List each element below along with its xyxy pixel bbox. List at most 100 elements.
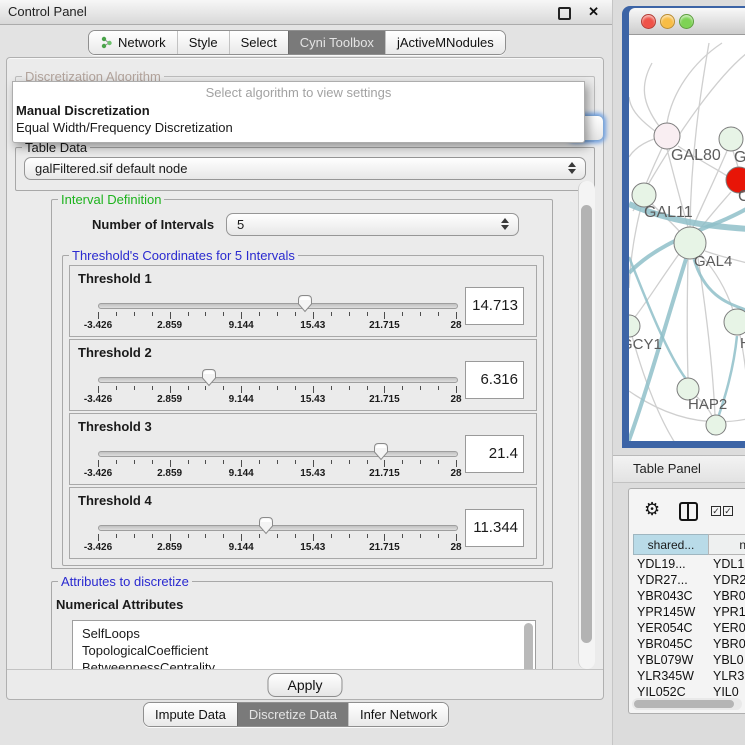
slider-tick bbox=[205, 460, 206, 464]
name-cell[interactable]: YDL1 bbox=[713, 556, 744, 572]
bottom-tab-bar: Impute DataDiscretize DataInfer Network bbox=[143, 702, 449, 727]
slider-thumb[interactable] bbox=[297, 294, 313, 313]
tab-label: Select bbox=[241, 35, 277, 50]
list-scrollbar[interactable] bbox=[524, 623, 533, 669]
tab-infer-network[interactable]: Infer Network bbox=[348, 703, 448, 726]
checkbox-icon[interactable]: ✓ bbox=[723, 506, 733, 516]
table-horizontal-scrollbar[interactable] bbox=[632, 698, 742, 710]
table-row[interactable]: YBR045C YBR0 bbox=[629, 636, 745, 652]
slider-tick bbox=[295, 534, 296, 538]
table-data-selected: galFiltered.sif default node bbox=[35, 161, 187, 176]
tab-style[interactable]: Style bbox=[177, 31, 229, 54]
gear-icon[interactable]: ⚙ bbox=[644, 499, 660, 520]
number-of-intervals-combobox[interactable]: 5 bbox=[226, 213, 519, 236]
slider-track[interactable] bbox=[98, 377, 458, 383]
name-cell[interactable]: YBR0 bbox=[713, 588, 745, 604]
scrollbar-thumb[interactable] bbox=[581, 205, 592, 643]
attribute-item[interactable]: TopologicalCoefficient bbox=[73, 642, 535, 659]
slider-tick bbox=[402, 386, 403, 390]
threshold-value-field[interactable]: 11.344 bbox=[465, 509, 524, 547]
tab-jactivemnodules[interactable]: jActiveMNodules bbox=[385, 31, 505, 54]
table-data-combobox[interactable]: galFiltered.sif default node bbox=[24, 157, 586, 180]
shared-name-cell[interactable]: YBR043C bbox=[637, 588, 693, 604]
shared-name-cell[interactable]: YDR27... bbox=[637, 572, 688, 588]
algorithm-option[interactable]: Manual Discretization bbox=[16, 103, 150, 118]
name-cell[interactable]: YDR2 bbox=[713, 572, 745, 588]
network-node[interactable] bbox=[706, 415, 726, 435]
threshold-value-field[interactable]: 21.4 bbox=[465, 435, 524, 473]
checkbox-icon[interactable]: ✓ bbox=[711, 506, 721, 516]
name-cell[interactable]: YER0 bbox=[713, 620, 745, 636]
column-header-name[interactable]: na bbox=[708, 534, 745, 555]
thresholds-title: Threshold's Coordinates for 5 Intervals bbox=[69, 248, 298, 263]
name-cell[interactable]: YPR1 bbox=[713, 604, 745, 620]
control-panel: Control Panel ✕ NetworkStyleSelectCyni T… bbox=[0, 0, 613, 745]
shared-name-cell[interactable]: YDL19... bbox=[637, 556, 686, 572]
slider-track[interactable] bbox=[98, 451, 458, 457]
name-cell[interactable]: YLR3 bbox=[713, 668, 744, 684]
threshold-value-field[interactable]: 6.316 bbox=[465, 361, 524, 399]
slider-tick bbox=[98, 460, 99, 467]
threshold-row: Threshold 2-3.4262.8599.14415.4321.71528… bbox=[69, 339, 537, 411]
tab-network[interactable]: Network bbox=[89, 31, 177, 54]
slider-track[interactable] bbox=[98, 303, 458, 309]
interval-definition-title: Interval Definition bbox=[58, 192, 164, 207]
float-window-icon[interactable] bbox=[558, 7, 571, 20]
slider-thumb[interactable] bbox=[201, 368, 217, 387]
threshold-value-field[interactable]: 14.713 bbox=[465, 287, 524, 325]
panel-vertical-scrollbar[interactable] bbox=[578, 181, 595, 669]
tab-cyni-toolbox[interactable]: Cyni Toolbox bbox=[288, 31, 385, 54]
shared-name-cell[interactable]: YBL079W bbox=[637, 652, 693, 668]
shared-name-cell[interactable]: YLR345W bbox=[637, 668, 694, 684]
network-icon bbox=[100, 36, 113, 49]
network-edge bbox=[629, 139, 654, 157]
table-row[interactable]: YPR145W YPR1 bbox=[629, 604, 745, 620]
threshold-label: Threshold 2 bbox=[78, 345, 152, 360]
tab-discretize-data[interactable]: Discretize Data bbox=[237, 703, 348, 726]
network-node-label: GAL80 bbox=[671, 147, 721, 164]
network-node[interactable] bbox=[719, 127, 743, 151]
table-row[interactable]: YER054C YER0 bbox=[629, 620, 745, 636]
network-canvas[interactable]: GAL80GACGAL11GAL4HGCY1HAP2 bbox=[629, 35, 745, 441]
table-row[interactable]: YBL079W YBL0 bbox=[629, 652, 745, 668]
network-node[interactable] bbox=[724, 309, 745, 335]
attribute-item[interactable]: SelfLoops bbox=[73, 625, 535, 642]
tab-select[interactable]: Select bbox=[229, 31, 288, 54]
shared-name-cell[interactable]: YBR045C bbox=[637, 636, 693, 652]
name-cell[interactable]: YBR0 bbox=[713, 636, 745, 652]
apply-button[interactable]: Apply bbox=[267, 673, 342, 697]
slider-track[interactable] bbox=[98, 525, 458, 531]
attribute-item[interactable]: BetweennessCentrality bbox=[73, 659, 535, 669]
network-window-titlebar[interactable] bbox=[629, 8, 745, 35]
network-node[interactable] bbox=[629, 315, 640, 337]
column-browser-icon[interactable] bbox=[679, 502, 698, 521]
shared-name-cell[interactable]: YER054C bbox=[637, 620, 693, 636]
name-cell[interactable]: YBL0 bbox=[713, 652, 744, 668]
minimize-traffic-light[interactable] bbox=[660, 14, 675, 29]
table-row[interactable]: YDL19... YDL1 bbox=[629, 556, 745, 572]
shared-name-cell[interactable]: YPR145W bbox=[637, 604, 695, 620]
network-node[interactable] bbox=[654, 123, 680, 149]
slider-thumb[interactable] bbox=[258, 516, 274, 535]
tick-label: -3.426 bbox=[84, 542, 112, 553]
slider-thumb[interactable] bbox=[373, 442, 389, 461]
table-row[interactable]: YBR043C YBR0 bbox=[629, 588, 745, 604]
column-header-shared-name[interactable]: shared... bbox=[633, 534, 709, 555]
slider-tick bbox=[349, 312, 350, 316]
slider-tick bbox=[205, 534, 206, 538]
close-icon[interactable]: ✕ bbox=[588, 4, 599, 20]
table-row[interactable]: YLR345W YLR3 bbox=[629, 668, 745, 684]
table-row[interactable]: YDR27... YDR2 bbox=[629, 572, 745, 588]
numerical-attributes-list[interactable]: SelfLoopsTopologicalCoefficientBetweenne… bbox=[72, 620, 536, 669]
algorithm-option[interactable]: Equal Width/Frequency Discretization bbox=[16, 120, 233, 135]
combo-arrows-icon bbox=[568, 162, 576, 174]
tick-label: 9.144 bbox=[229, 542, 254, 553]
slider-tick bbox=[456, 386, 457, 393]
close-traffic-light[interactable] bbox=[641, 14, 656, 29]
tick-label: 2.859 bbox=[157, 542, 182, 553]
network-edge bbox=[687, 259, 688, 378]
scrollbar-thumb[interactable] bbox=[634, 700, 734, 708]
tick-label: 21.715 bbox=[369, 394, 400, 405]
tab-impute-data[interactable]: Impute Data bbox=[144, 703, 237, 726]
zoom-traffic-light[interactable] bbox=[679, 14, 694, 29]
